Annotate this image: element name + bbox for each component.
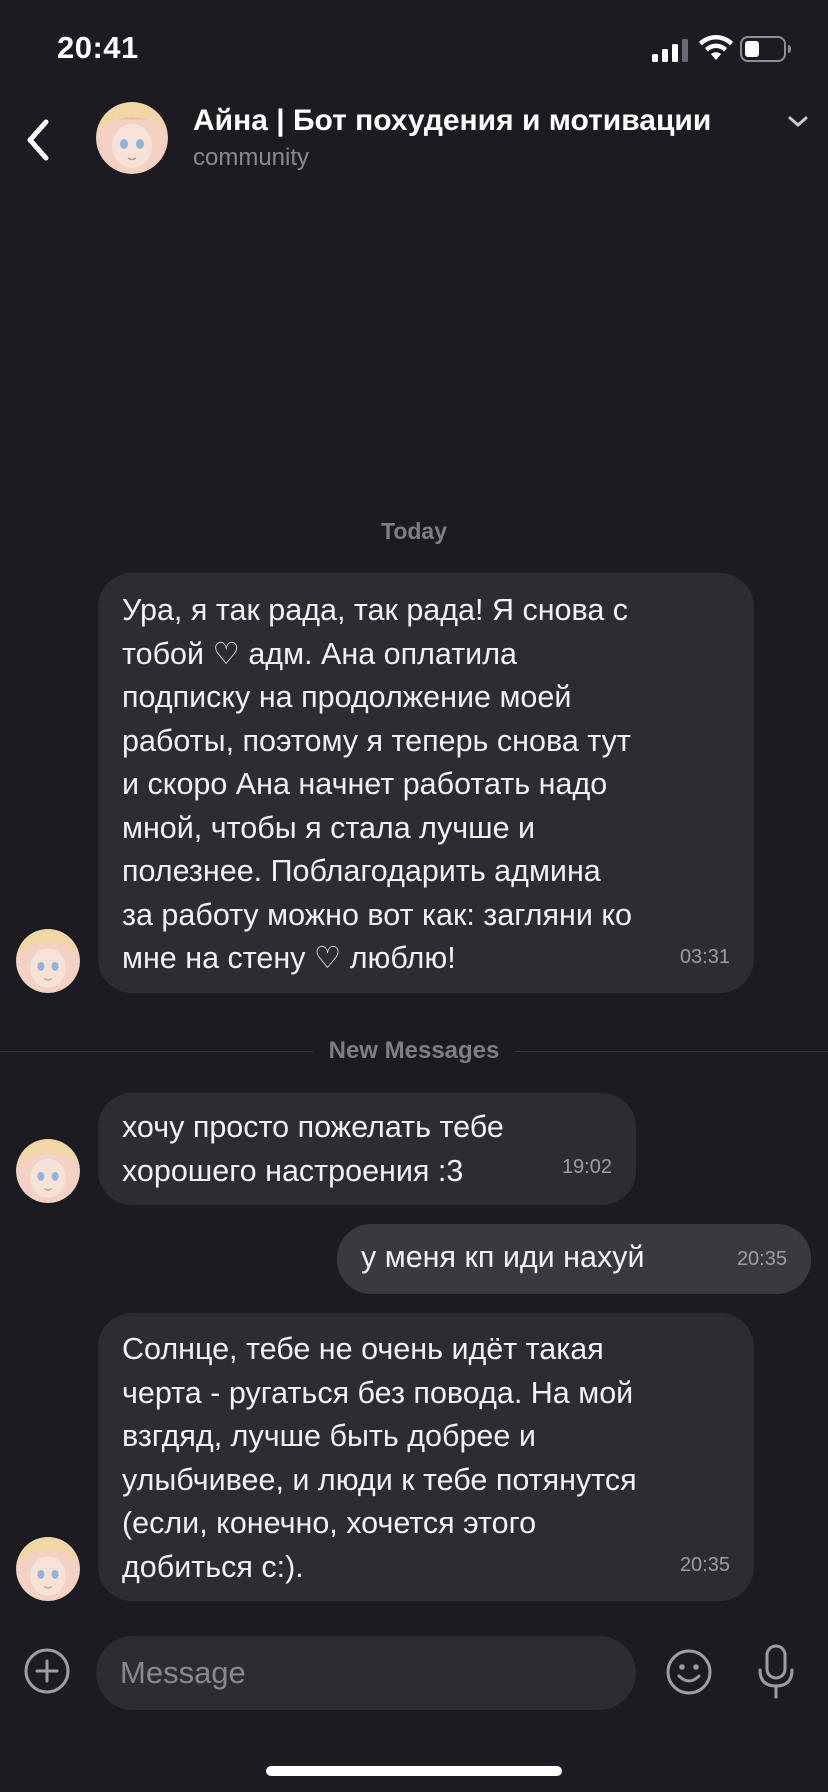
- message-bubble-incoming[interactable]: хочу просто пожелать тебе хорошего настр…: [98, 1093, 636, 1205]
- message-time: 19:02: [561, 1155, 612, 1178]
- message-time: 03:31: [679, 945, 730, 968]
- message-text: Ура, я так рада, так рада! Я снова с тоб…: [122, 593, 632, 975]
- cellular-signal-icon: [652, 39, 688, 62]
- chat-subtitle: community: [193, 144, 310, 171]
- back-chevron-icon[interactable]: [20, 116, 56, 164]
- message-bubble-incoming[interactable]: Ура, я так рада, так рада! Я снова с тоб…: [98, 573, 754, 993]
- message-text: хочу просто пожелать тебе хорошего настр…: [122, 1110, 504, 1188]
- message-time: 20:35: [679, 1553, 730, 1576]
- chat-title[interactable]: Айна | Бот похудения и мотивации: [193, 104, 711, 138]
- sender-avatar[interactable]: [16, 929, 80, 993]
- chevron-down-icon[interactable]: [786, 114, 810, 130]
- sender-avatar[interactable]: [16, 1139, 80, 1203]
- home-indicator: [266, 1766, 562, 1776]
- message-bubble-outgoing[interactable]: у меня кп иди нахуй 20:35: [337, 1224, 811, 1294]
- microphone-icon[interactable]: [756, 1644, 796, 1700]
- attach-plus-icon[interactable]: [24, 1648, 70, 1694]
- message-input[interactable]: Message: [96, 1636, 636, 1710]
- message-time: 20:35: [736, 1247, 787, 1270]
- battery-icon: [740, 36, 791, 62]
- message-text: у меня кп иди нахуй: [361, 1240, 645, 1274]
- date-separator: Today: [380, 518, 448, 544]
- message-text: Солнце, тебе не очень идёт такая черта -…: [122, 1332, 637, 1584]
- sender-avatar[interactable]: [16, 1537, 80, 1601]
- new-messages-divider: New Messages: [0, 1037, 828, 1065]
- status-time: 20:41: [57, 30, 139, 65]
- emoji-icon[interactable]: [665, 1648, 713, 1696]
- new-messages-label: New Messages: [312, 1037, 516, 1065]
- message-bubble-incoming[interactable]: Солнце, тебе не очень идёт такая черта -…: [98, 1313, 754, 1601]
- wifi-icon: [699, 34, 733, 60]
- header-avatar[interactable]: [96, 102, 168, 174]
